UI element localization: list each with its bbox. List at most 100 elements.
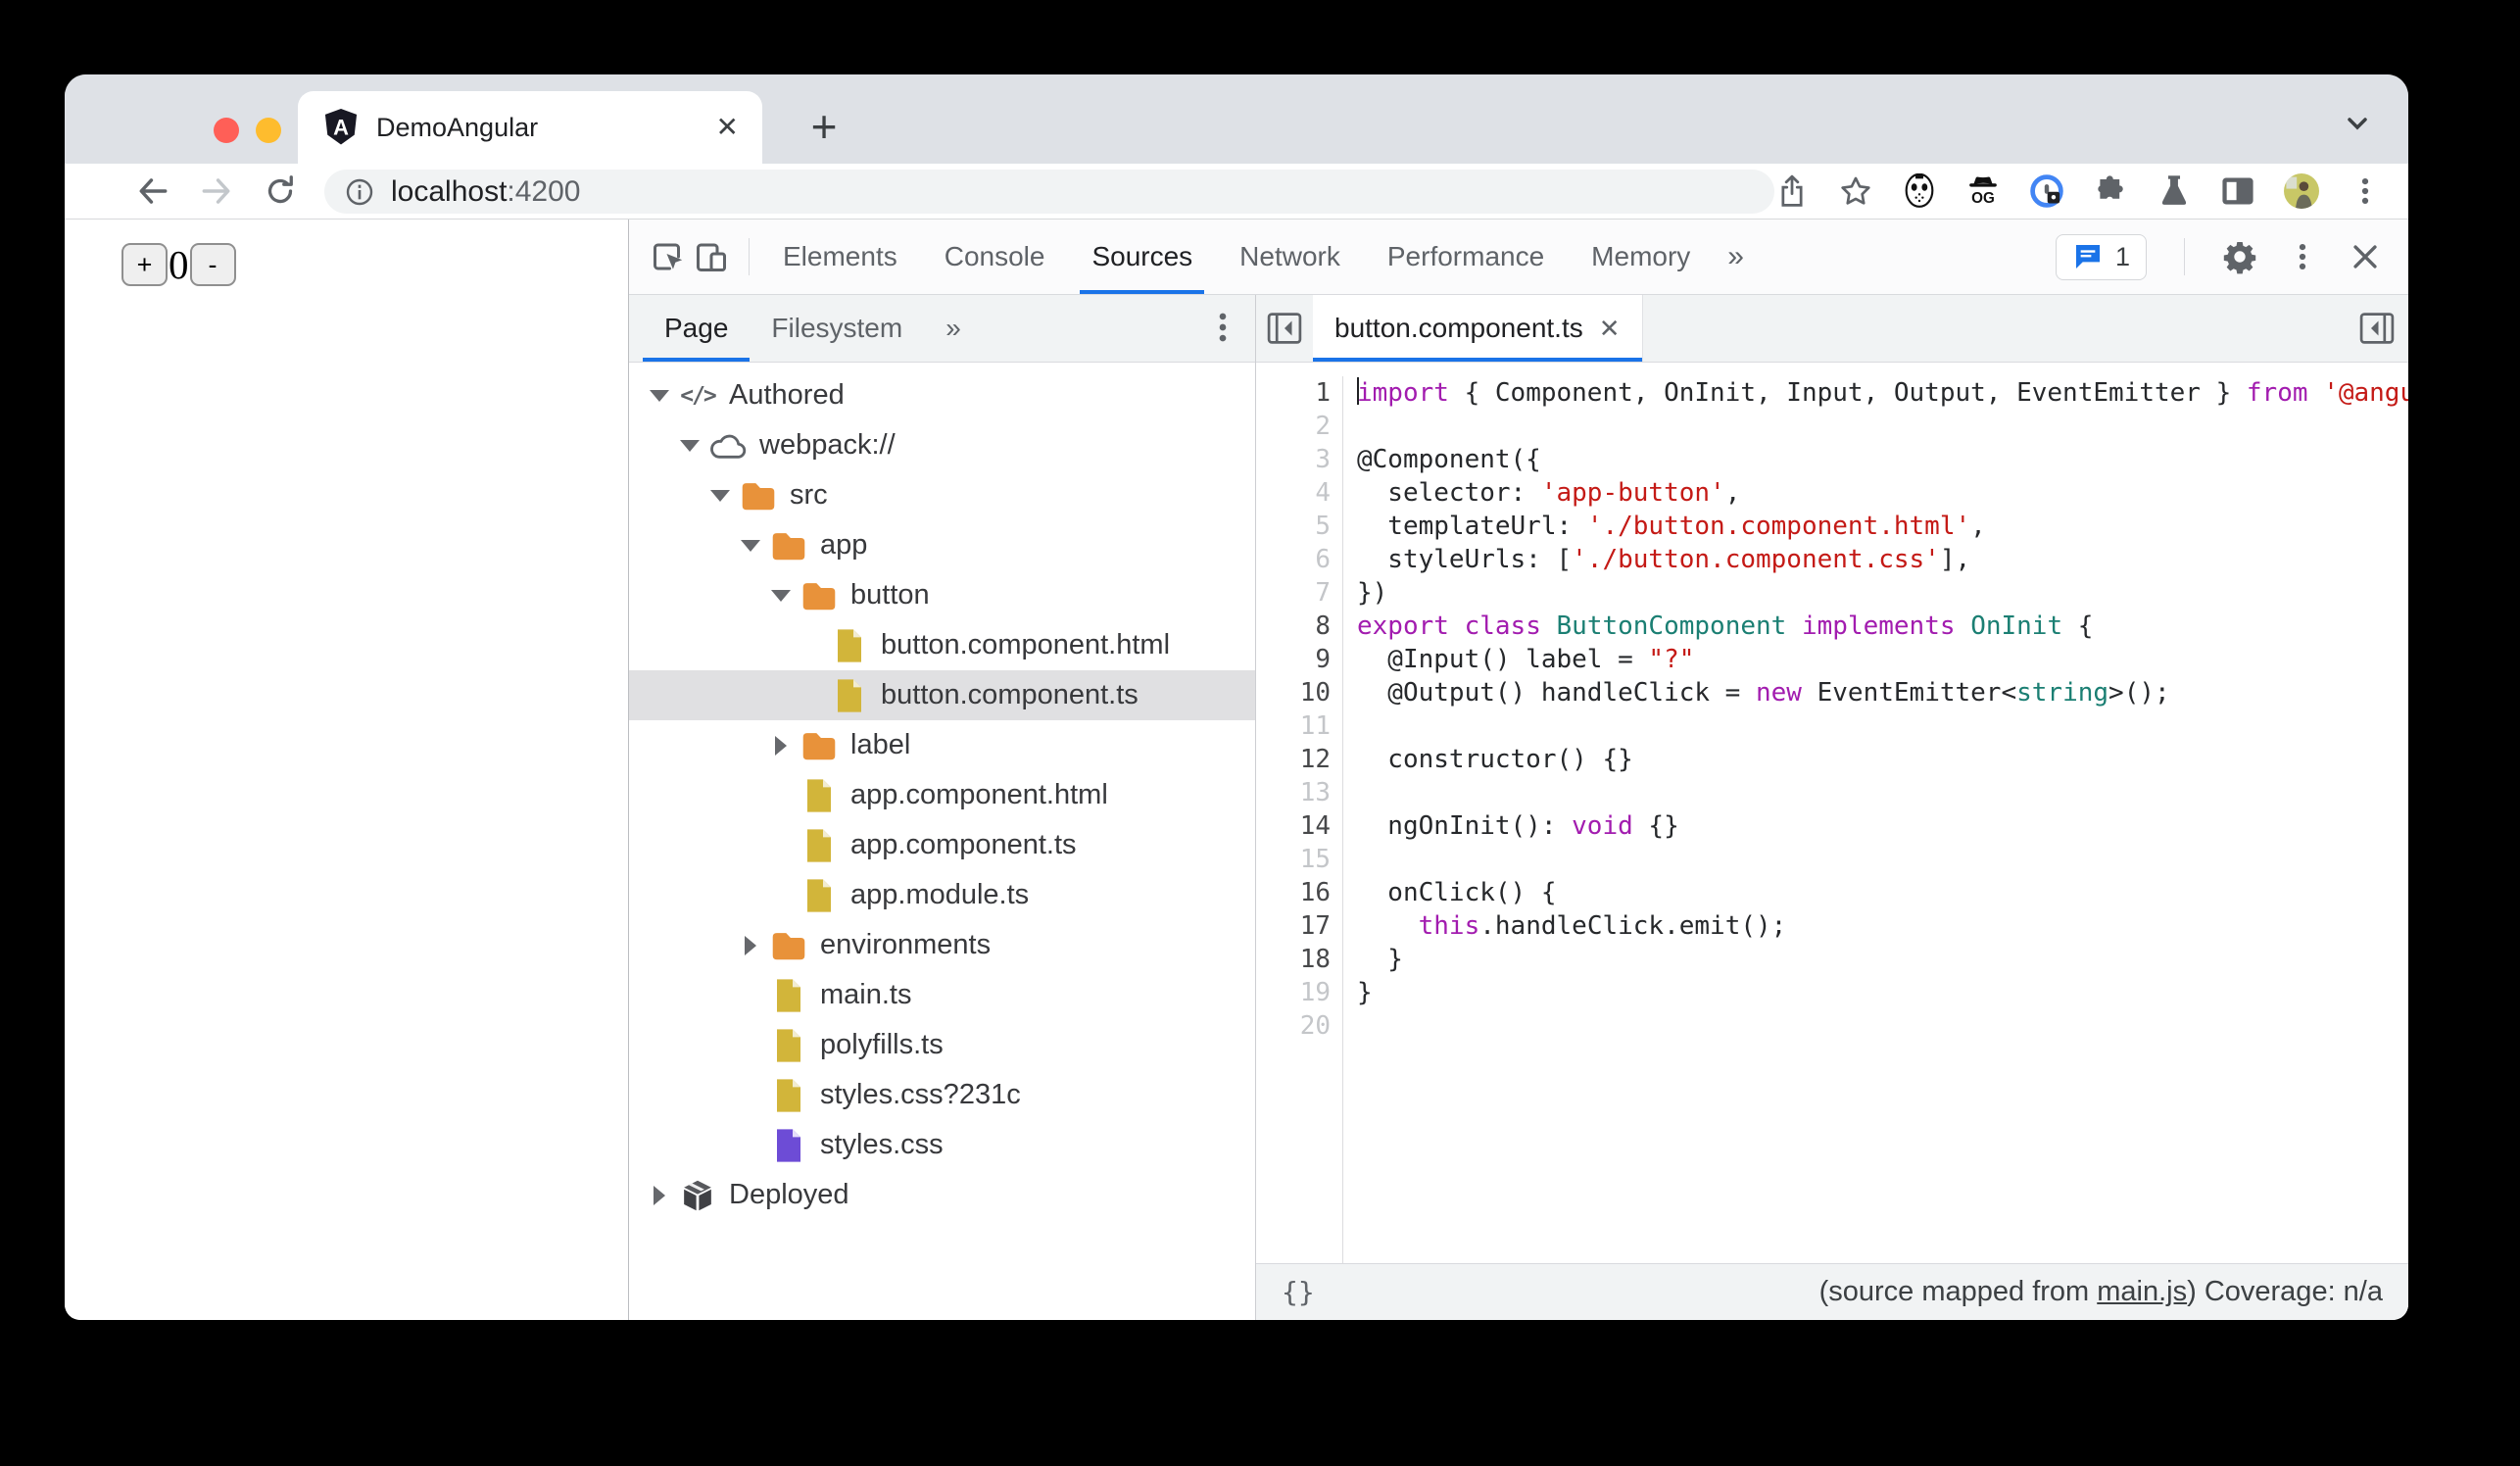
code-line[interactable] — [1357, 843, 2408, 876]
tree-item-polyfills.ts[interactable]: polyfills.ts — [629, 1020, 1255, 1070]
extension-og-incognito-icon[interactable]: OG — [1965, 173, 2001, 209]
line-number[interactable]: 12 — [1256, 743, 1331, 776]
code-line[interactable] — [1357, 410, 2408, 443]
line-number[interactable]: 2 — [1256, 410, 1331, 443]
reload-button[interactable] — [259, 170, 302, 213]
tree-item-app.component.html[interactable]: app.component.html — [629, 770, 1255, 820]
tab-filesystem[interactable]: Filesystem — [750, 295, 924, 362]
code-line[interactable]: constructor() {} — [1357, 743, 2408, 776]
device-toolbar-icon[interactable] — [694, 239, 729, 274]
tree-item-button.component.html[interactable]: button.component.html — [629, 620, 1255, 670]
code-line[interactable]: } — [1357, 976, 2408, 1009]
line-number-gutter[interactable]: 1 2 3 4 5 6 7 8 9 10 11 12 13 14 15 16 17 18 19 20 — [1256, 376, 1343, 1263]
tree-item-styles.css[interactable]: styles.css — [629, 1120, 1255, 1170]
minimize-window-button[interactable] — [256, 118, 281, 143]
devtools-tab-network[interactable]: Network — [1216, 220, 1364, 294]
tree-item-label[interactable]: label — [629, 720, 1255, 770]
more-navigator-tabs-chevron[interactable]: » — [924, 295, 983, 362]
collapsed-triangle-icon[interactable] — [734, 935, 767, 955]
tree-item-button[interactable]: button — [629, 570, 1255, 620]
hide-navigator-icon[interactable] — [1256, 295, 1313, 362]
line-number[interactable]: 3 — [1256, 443, 1331, 476]
code-line[interactable]: ngOnInit(): void {} — [1357, 809, 2408, 843]
devtools-tab-console[interactable]: Console — [921, 220, 1069, 294]
line-number[interactable]: 20 — [1256, 1009, 1331, 1043]
code-line[interactable]: this.handleClick.emit(); — [1357, 909, 2408, 943]
side-panel-icon[interactable] — [2220, 173, 2255, 209]
extension-mask-icon[interactable] — [1902, 173, 1937, 209]
share-icon[interactable] — [1774, 173, 1810, 209]
settings-gear-icon[interactable] — [2222, 239, 2257, 274]
code-line[interactable] — [1357, 776, 2408, 809]
code-lines[interactable]: import { Component, OnInit, Input, Outpu… — [1343, 376, 2408, 1263]
inspect-element-icon[interactable] — [651, 239, 686, 274]
devtools-tab-memory[interactable]: Memory — [1568, 220, 1714, 294]
extension-password-manager-icon[interactable] — [2029, 173, 2064, 209]
line-number[interactable]: 18 — [1256, 943, 1331, 976]
line-number[interactable]: 1 — [1256, 376, 1331, 410]
tab-search-chevron-icon[interactable] — [2342, 108, 2373, 139]
address-bar[interactable]: localhost:4200 — [324, 170, 1774, 214]
code-line[interactable]: @Component({ — [1357, 443, 2408, 476]
devtools-tab-sources[interactable]: Sources — [1068, 220, 1216, 294]
expanded-triangle-icon[interactable] — [673, 439, 706, 452]
issues-button[interactable]: 1 — [2055, 233, 2147, 280]
tab-close-icon[interactable]: ✕ — [716, 114, 739, 141]
close-window-button[interactable] — [214, 118, 239, 143]
line-number[interactable]: 14 — [1256, 809, 1331, 843]
line-number[interactable]: 15 — [1256, 843, 1331, 876]
tab-page[interactable]: Page — [643, 295, 751, 362]
back-button[interactable] — [131, 170, 174, 213]
expanded-triangle-icon[interactable] — [703, 489, 737, 502]
line-number[interactable]: 4 — [1256, 476, 1331, 510]
line-number[interactable]: 8 — [1256, 610, 1331, 643]
line-number[interactable]: 6 — [1256, 543, 1331, 576]
code-line[interactable]: import { Component, OnInit, Input, Outpu… — [1357, 376, 2408, 410]
profile-avatar[interactable] — [2284, 173, 2319, 209]
browser-tab[interactable]: A DemoAngular ✕ — [298, 91, 762, 164]
line-number[interactable]: 11 — [1256, 709, 1331, 743]
line-number[interactable]: 13 — [1256, 776, 1331, 809]
code-line[interactable]: @Input() label = "?" — [1357, 643, 2408, 676]
navigator-menu-icon[interactable] — [1210, 309, 1236, 346]
line-number[interactable]: 9 — [1256, 643, 1331, 676]
code-line[interactable]: } — [1357, 943, 2408, 976]
code-line[interactable]: templateUrl: './button.component.html', — [1357, 510, 2408, 543]
line-number[interactable]: 7 — [1256, 576, 1331, 610]
code-line[interactable] — [1357, 709, 2408, 743]
close-editor-tab-icon[interactable]: ✕ — [1599, 314, 1621, 344]
code-editor[interactable]: 1 2 3 4 5 6 7 8 9 10 11 12 13 14 15 16 17 18 19 20 import {… — [1256, 363, 2408, 1263]
code-line[interactable]: }) — [1357, 576, 2408, 610]
editor-tab-button-component-ts[interactable]: button.component.ts ✕ — [1313, 295, 1643, 362]
line-number[interactable]: 10 — [1256, 676, 1331, 709]
devtools-tab-elements[interactable]: Elements — [759, 220, 921, 294]
tree-item-main.ts[interactable]: main.ts — [629, 970, 1255, 1020]
code-line[interactable]: selector: 'app-button', — [1357, 476, 2408, 510]
extensions-puzzle-icon[interactable] — [2093, 173, 2128, 209]
code-line[interactable]: export class ButtonComponent implements … — [1357, 610, 2408, 643]
expanded-triangle-icon[interactable] — [764, 589, 798, 602]
tree-item-environments[interactable]: environments — [629, 920, 1255, 970]
tree-item-app[interactable]: app — [629, 520, 1255, 570]
tree-item-webpack-[interactable]: webpack:// — [629, 420, 1255, 470]
tree-item-app.component.ts[interactable]: app.component.ts — [629, 820, 1255, 870]
more-panels-chevron[interactable]: » — [1714, 240, 1758, 273]
increment-button[interactable]: + — [121, 243, 168, 286]
bookmark-star-icon[interactable] — [1838, 173, 1873, 209]
line-number[interactable]: 5 — [1256, 510, 1331, 543]
browser-menu-icon[interactable] — [2348, 173, 2383, 209]
tree-item-app.module.ts[interactable]: app.module.ts — [629, 870, 1255, 920]
tree-item-styles.css-231c[interactable]: styles.css?231c — [629, 1070, 1255, 1120]
show-debugger-sidebar-icon[interactable] — [2359, 295, 2408, 362]
site-info-icon[interactable] — [344, 176, 375, 208]
forward-button[interactable] — [195, 170, 238, 213]
code-line[interactable] — [1357, 1009, 2408, 1043]
close-devtools-icon[interactable] — [2348, 239, 2383, 274]
tree-item-button.component.ts[interactable]: button.component.ts — [629, 670, 1255, 720]
code-line[interactable]: styleUrls: ['./button.component.css'], — [1357, 543, 2408, 576]
collapsed-triangle-icon[interactable] — [643, 1185, 676, 1205]
source-map-link[interactable]: main.js — [2097, 1276, 2187, 1307]
expanded-triangle-icon[interactable] — [643, 389, 676, 402]
line-number[interactable]: 16 — [1256, 876, 1331, 909]
devtools-menu-icon[interactable] — [2285, 239, 2320, 274]
